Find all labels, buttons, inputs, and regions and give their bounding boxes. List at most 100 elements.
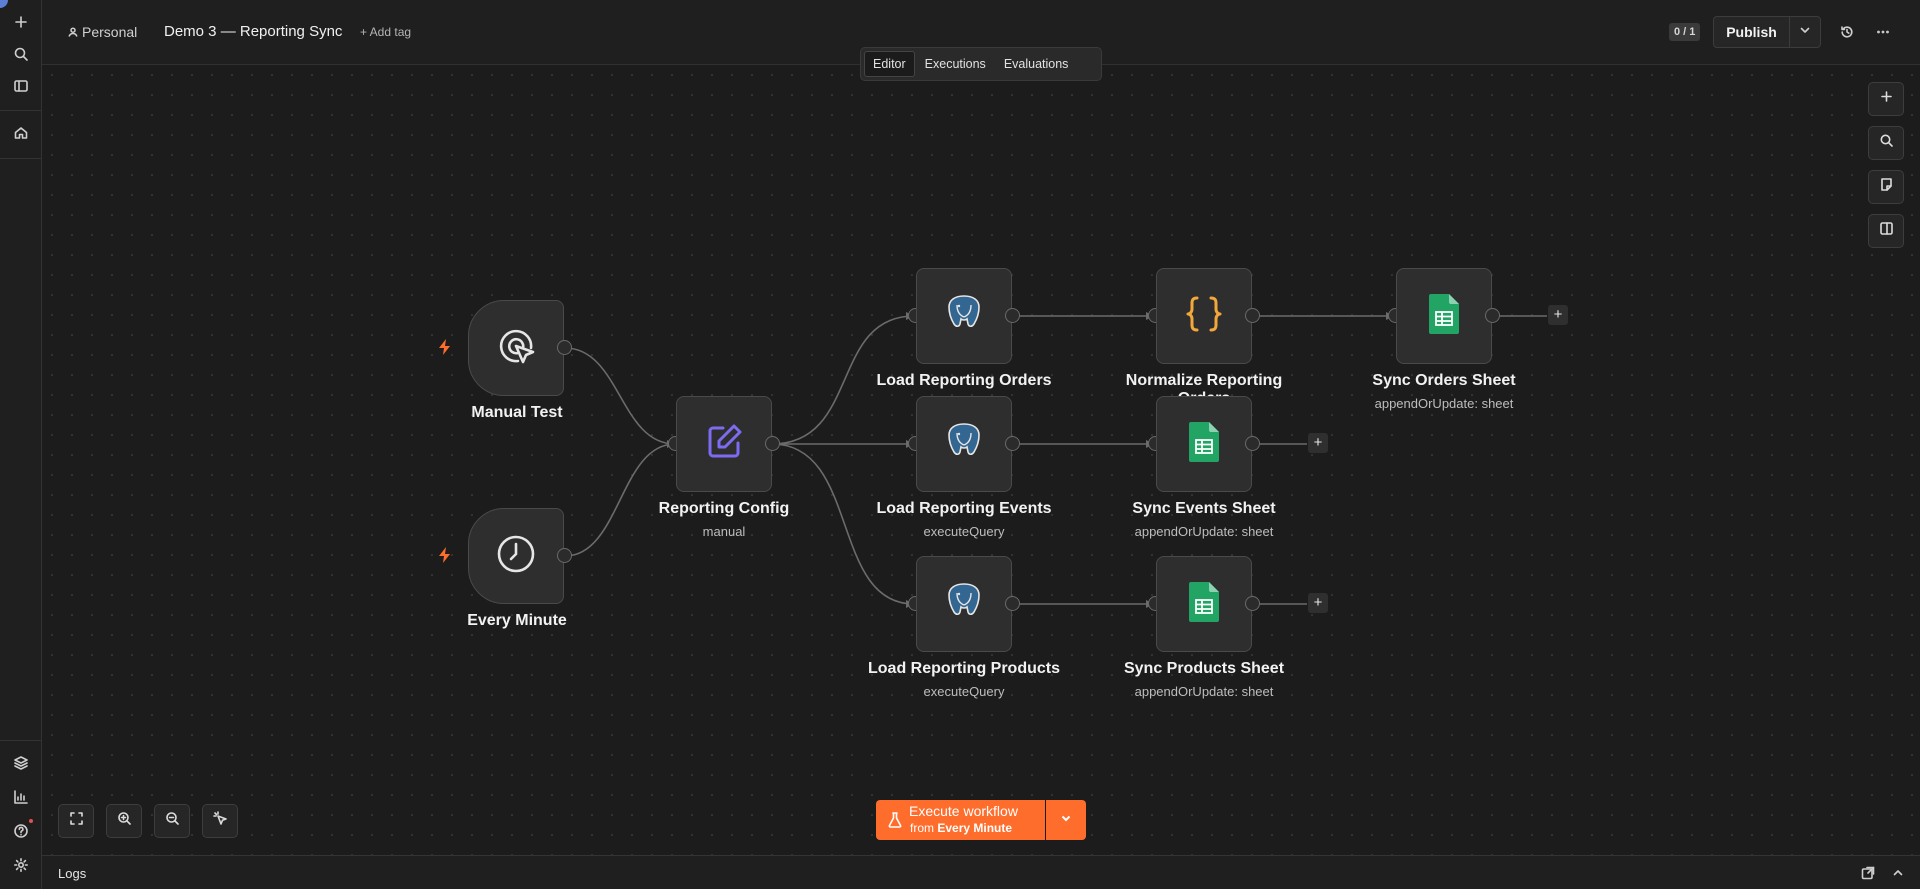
google-sheets-icon	[1189, 421, 1219, 467]
output-handle[interactable]	[557, 548, 572, 563]
node-sync-events-sheet[interactable]	[1156, 396, 1252, 492]
node-load-reporting-events[interactable]	[916, 396, 1012, 492]
chevron-down-icon	[1798, 23, 1812, 42]
templates-icon[interactable]	[9, 751, 33, 775]
output-handle[interactable]	[557, 340, 572, 355]
flask-icon	[888, 812, 902, 833]
add-node-button[interactable]	[1868, 82, 1904, 116]
execute-trigger-name: Every Minute	[937, 821, 1013, 835]
node-subtitle: executeQuery	[923, 524, 1005, 539]
chevron-up-icon[interactable]	[1891, 866, 1905, 880]
node-subtitle: appendOrUpdate: sheet	[1134, 684, 1274, 699]
search-icon[interactable]	[9, 42, 33, 66]
chevron-down-icon	[1059, 811, 1073, 830]
publish-button[interactable]: Publish	[1713, 16, 1790, 48]
node-title: Manual Test	[471, 404, 563, 421]
node-sync-orders-sheet[interactable]	[1396, 268, 1492, 364]
settings-icon[interactable]	[9, 853, 33, 877]
node-normalize-reporting-orders[interactable]	[1156, 268, 1252, 364]
google-sheets-icon	[1189, 581, 1219, 627]
user-icon	[68, 24, 78, 40]
node-title: Sync Orders Sheet	[1372, 372, 1516, 389]
node-manual-test[interactable]	[468, 300, 564, 396]
tab-executions[interactable]: Executions	[917, 51, 994, 77]
workflow-name[interactable]: Demo 3 — Reporting Sync	[164, 23, 342, 40]
history-icon[interactable]	[1837, 22, 1857, 42]
zoom-in-button[interactable]	[106, 804, 142, 838]
plus-icon	[1879, 89, 1894, 109]
output-handle[interactable]	[1005, 436, 1020, 451]
output-handle[interactable]	[1245, 596, 1260, 611]
trigger-bolt-icon	[439, 547, 450, 563]
node-load-reporting-orders[interactable]	[916, 268, 1012, 364]
add-sticky-note-button[interactable]	[1868, 170, 1904, 204]
node-title: Every Minute	[467, 612, 567, 629]
output-handle[interactable]	[1005, 596, 1020, 611]
postgres-icon	[944, 293, 984, 340]
add-tag-button[interactable]: + Add tag	[360, 25, 411, 39]
postgres-icon	[944, 421, 984, 468]
add-next-node-button[interactable]: +	[1548, 305, 1568, 325]
sticky-note-icon	[1879, 177, 1894, 197]
tab-editor[interactable]: Editor	[864, 51, 915, 77]
node-reporting-config[interactable]	[676, 396, 772, 492]
node-load-reporting-products[interactable]	[916, 556, 1012, 652]
output-handle[interactable]	[1245, 436, 1260, 451]
project-name: Personal	[82, 24, 138, 40]
node-subtitle: appendOrUpdate: sheet	[1374, 396, 1514, 411]
output-handle[interactable]	[1245, 308, 1260, 323]
sidebar-toggle-icon[interactable]	[9, 74, 33, 98]
zoom-out-button[interactable]	[154, 804, 190, 838]
node-title: Sync Events Sheet	[1132, 500, 1276, 517]
output-handle[interactable]	[765, 436, 780, 451]
pop-out-icon[interactable]	[1861, 866, 1875, 880]
google-sheets-icon	[1429, 293, 1459, 339]
output-handle[interactable]	[1005, 308, 1020, 323]
version-counter-badge: 0 / 1	[1669, 23, 1701, 41]
search-nodes-button[interactable]	[1868, 126, 1904, 160]
node-title: Normalize Reporting	[1125, 372, 1283, 389]
node-every-minute[interactable]	[468, 508, 564, 604]
tab-evaluations[interactable]: Evaluations	[996, 51, 1077, 77]
divider	[0, 110, 42, 111]
logs-panel-bar[interactable]: Logs	[42, 855, 1920, 889]
postgres-icon	[944, 581, 984, 628]
cursor-click-icon	[495, 325, 537, 372]
home-icon[interactable]	[9, 121, 33, 145]
execute-workflow-button[interactable]: Execute workflow from Every Minute	[876, 800, 1045, 840]
execute-label: Execute workflow	[909, 803, 1018, 819]
output-handle[interactable]	[1485, 308, 1500, 323]
add-next-node-button[interactable]: +	[1308, 593, 1328, 613]
divider	[0, 740, 42, 741]
fullscreen-icon	[69, 811, 84, 831]
fit-view-button[interactable]	[58, 804, 94, 838]
node-subtitle: manual	[702, 524, 746, 539]
magic-cursor-icon	[212, 811, 228, 831]
trigger-bolt-icon	[439, 339, 450, 355]
node-subtitle: appendOrUpdate: sheet	[1134, 524, 1274, 539]
node-sync-products-sheet[interactable]	[1156, 556, 1252, 652]
node-title: Sync Products Sheet	[1123, 660, 1285, 677]
project-breadcrumb[interactable]: Personal	[68, 24, 137, 40]
notification-dot	[29, 819, 33, 823]
execute-dropdown-button[interactable]	[1046, 800, 1086, 840]
more-options-icon[interactable]	[1873, 22, 1893, 42]
publish-dropdown-button[interactable]	[1789, 16, 1821, 48]
node-subtitle: executeQuery	[923, 684, 1005, 699]
node-title: Load Reporting Events	[876, 500, 1052, 517]
toggle-panel-button[interactable]	[1868, 214, 1904, 248]
code-icon	[1183, 293, 1225, 340]
tidy-up-button[interactable]	[202, 804, 238, 838]
left-sidebar	[0, 0, 42, 889]
logs-label: Logs	[58, 866, 87, 881]
execute-sub-prefix: from	[910, 821, 938, 835]
insights-icon[interactable]	[9, 785, 33, 809]
edit-icon	[704, 422, 744, 467]
add-next-node-button[interactable]: +	[1308, 433, 1328, 453]
zoom-out-icon	[165, 811, 180, 831]
execute-sublabel: from Every Minute	[910, 821, 1012, 835]
view-tabs: Editor Executions Evaluations	[860, 47, 1102, 81]
add-icon[interactable]	[9, 10, 33, 34]
zoom-in-icon	[117, 811, 132, 831]
logo-fragment	[0, 0, 8, 8]
